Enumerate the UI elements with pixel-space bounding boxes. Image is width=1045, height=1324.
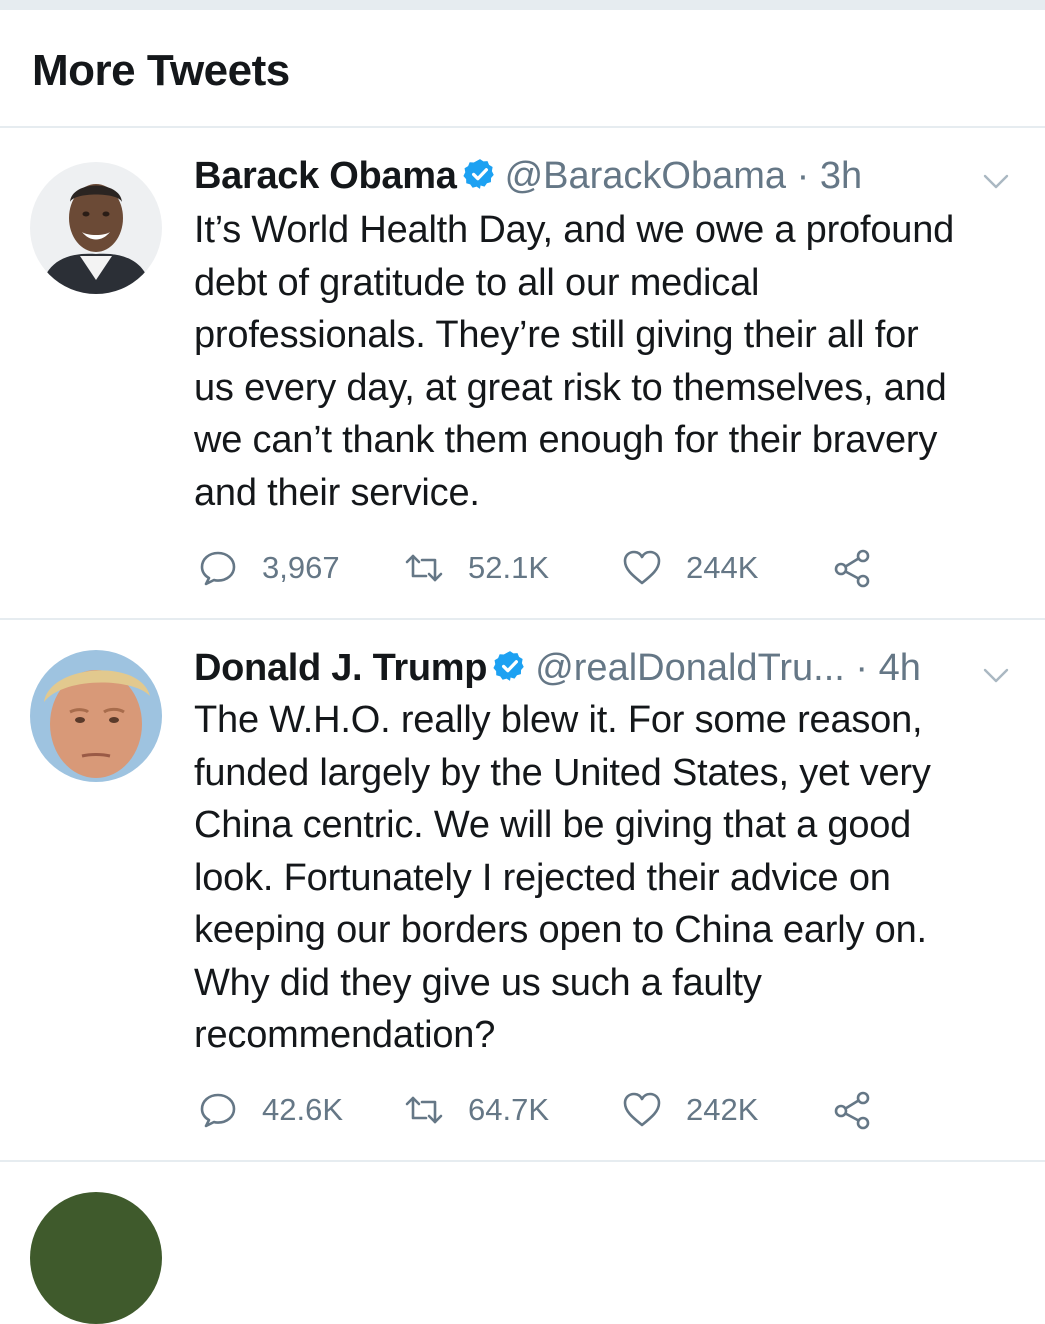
top-edge-bar [0, 0, 1045, 10]
author-name[interactable]: Barack Obama [194, 155, 457, 197]
tweet-actions: 3,967 52.1K 244K [198, 546, 898, 590]
tweet-header: Donald J. Trump @realDonaldTru... · 4h [194, 646, 921, 690]
share-icon [834, 549, 870, 588]
author-handle[interactable]: @BarackObama [505, 155, 786, 197]
retweet-count: 52.1K [468, 550, 550, 585]
share-button[interactable] [832, 1088, 872, 1132]
retweet-button[interactable]: 64.7K [404, 1088, 549, 1132]
tweet-time[interactable]: 4h [879, 647, 921, 689]
author-name[interactable]: Donald J. Trump [194, 647, 488, 689]
like-button[interactable]: 242K [622, 1088, 758, 1132]
tweet-card[interactable]: Donald J. Trump @realDonaldTru... · 4h Th… [0, 620, 1045, 1162]
like-icon [623, 1092, 661, 1127]
avatar[interactable] [30, 162, 162, 294]
verified-badge-icon [462, 159, 494, 189]
separator-dot: · [855, 647, 869, 689]
tweet-text: The W.H.O. really blew it. For some reas… [194, 699, 931, 1056]
tweet-header: Barack Obama @BarackObama · 3h [194, 154, 862, 198]
verified-badge-icon [493, 651, 524, 681]
tweet-card[interactable]: Barack Obama @BarackObama · 3h It’s World… [0, 128, 1045, 620]
retweet-count: 64.7K [468, 1092, 550, 1127]
like-count: 244K [686, 550, 759, 585]
section-title: More Tweets [32, 46, 290, 95]
retweet-button[interactable]: 52.1K [404, 546, 549, 590]
share-icon [834, 1091, 870, 1130]
reply-button[interactable]: 3,967 [198, 546, 340, 590]
avatar[interactable] [30, 650, 162, 782]
reply-button[interactable]: 42.6K [198, 1088, 343, 1132]
more-tweets-header: More Tweets [0, 10, 1045, 128]
reply-count: 3,967 [262, 550, 340, 585]
like-button[interactable]: 244K [622, 546, 758, 590]
retweet-icon [405, 1096, 443, 1124]
tweet-text: It’s World Health Day, and we owe a prof… [194, 209, 955, 514]
like-count: 242K [686, 1092, 759, 1127]
chevron-down-icon[interactable] [981, 166, 1011, 196]
avatar[interactable] [30, 1192, 162, 1324]
tweet-card-partial[interactable] [0, 1162, 1045, 1324]
retweet-icon [405, 554, 443, 582]
reply-count: 42.6K [262, 1092, 344, 1127]
share-button[interactable] [832, 546, 872, 590]
chevron-down-icon[interactable] [981, 660, 1011, 690]
tweet-time[interactable]: 3h [820, 155, 862, 197]
separator-dot: · [796, 155, 810, 197]
tweet-actions: 42.6K 64.7K 242K [198, 1088, 898, 1132]
author-handle[interactable]: @realDonaldTru... [535, 647, 845, 689]
reply-icon [200, 1093, 236, 1128]
reply-icon [200, 551, 236, 586]
like-icon [623, 550, 661, 585]
